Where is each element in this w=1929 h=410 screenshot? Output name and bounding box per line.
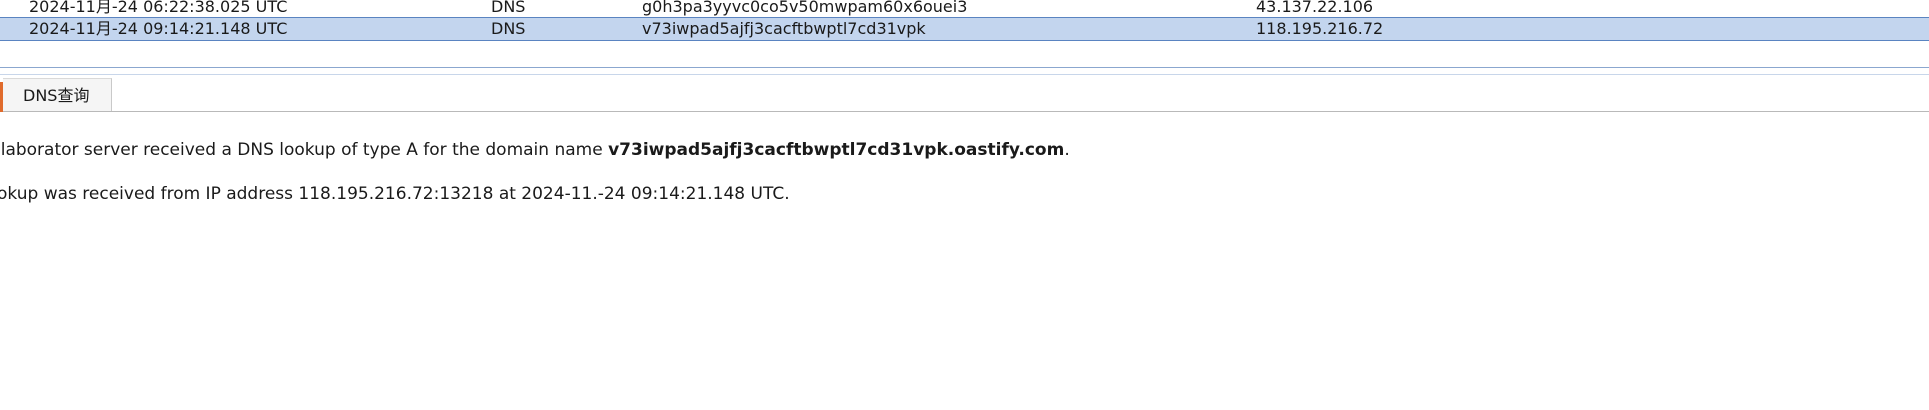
payload-cell: v73iwpad5ajfj3cacftbwptl7cd31vpk xyxy=(642,19,926,38)
domain-name: v73iwpad5ajfj3cacftbwptl7cd31vpk.oastify… xyxy=(608,140,1065,160)
details-line-lookup: llaborator server received a DNS lookup … xyxy=(0,140,1070,160)
type-cell: DNS xyxy=(491,0,526,16)
details-text: llaborator server received a DNS lookup … xyxy=(0,140,609,160)
interactions-table: 2024-11月-24 06:22:38.025 UTC DNS g0h3pa3… xyxy=(0,0,1929,41)
source-ip-cell: 43.137.22.106 xyxy=(1256,0,1374,16)
type-cell: DNS xyxy=(491,19,526,38)
payload-cell: g0h3pa3yyvc0co5v50mwpam60x6ouei3 xyxy=(642,0,968,16)
source-ip-cell: 118.195.216.72 xyxy=(1256,19,1384,38)
details-text: . xyxy=(1064,140,1070,160)
details-tab-bar: DNS查询 xyxy=(0,78,1929,112)
collaborator-client: 2024-11月-24 06:22:38.025 UTC DNS g0h3pa3… xyxy=(0,0,1929,410)
time-cell: 2024-11月-24 06:22:38.025 UTC xyxy=(29,0,288,16)
table-row[interactable]: 2024-11月-24 06:22:38.025 UTC DNS g0h3pa3… xyxy=(0,0,1929,17)
tab-dns-query[interactable]: DNS查询 xyxy=(3,78,113,111)
table-row-selected[interactable]: 2024-11月-24 09:14:21.148 UTC DNS v73iwpa… xyxy=(0,17,1929,41)
pane-splitter[interactable] xyxy=(0,67,1929,75)
details-line-source: okup was received from IP address 118.19… xyxy=(0,184,790,204)
time-cell: 2024-11月-24 09:14:21.148 UTC xyxy=(29,19,288,38)
